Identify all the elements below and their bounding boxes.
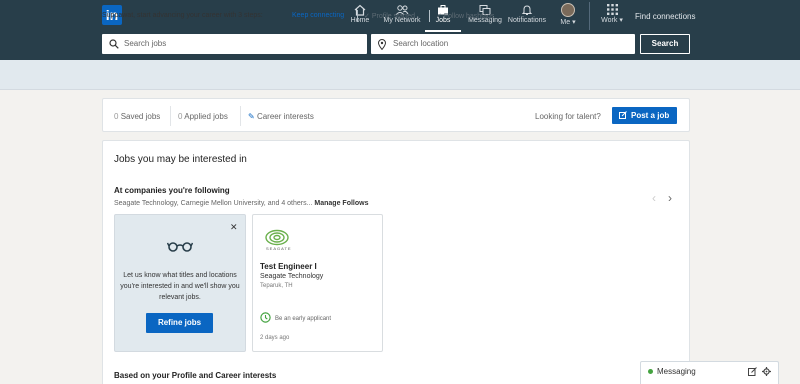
divider [240, 106, 241, 126]
pencil-icon: ✎ [248, 112, 255, 121]
search-location-input[interactable]: Search location [371, 34, 635, 54]
glasses-icon [167, 242, 193, 252]
compose-icon[interactable] [748, 367, 757, 376]
career-interests-link[interactable]: ✎ Career interests [248, 112, 314, 121]
chevron-down-icon[interactable]: ﹀ [680, 9, 688, 20]
followed-companies: Seagate Technology, Carnegie Mellon Univ… [114, 200, 369, 207]
check-icon: ✓ [436, 13, 444, 20]
job-posted-time: 2 days ago [260, 335, 290, 341]
search-jobs-placeholder: Search jobs [124, 39, 167, 48]
post-job-button[interactable]: Post a job [612, 107, 677, 124]
gear-icon[interactable] [762, 367, 771, 376]
search-jobs-input[interactable]: Search jobs [102, 34, 367, 54]
applied-jobs-link[interactable]: 0 Applied jobs [178, 112, 228, 121]
banner-divider [429, 10, 430, 22]
post-job-label: Post a job [631, 111, 670, 120]
manage-follows-link[interactable]: Manage Follows [314, 200, 368, 207]
career-steps-text: Suppawat, start advancing your career wi… [102, 12, 263, 19]
search-location-placeholder: Search location [393, 39, 449, 48]
location-pin-icon [378, 39, 386, 50]
divider [170, 106, 171, 126]
search-button[interactable]: Search [640, 34, 690, 54]
online-status-dot [648, 369, 653, 374]
search-icon [109, 39, 119, 49]
close-icon[interactable]: ✕ [230, 222, 238, 233]
refine-jobs-button[interactable]: Refine jobs [146, 313, 213, 333]
nav-notifications-label: Notifications [507, 17, 547, 24]
chevron-down-icon: ▾ [570, 19, 576, 26]
saved-jobs-link[interactable]: 0 Saved jobs [114, 112, 160, 121]
nav-me-label: Me [560, 19, 571, 26]
clock-icon [260, 312, 271, 323]
bell-icon [521, 5, 533, 15]
check-icon: ✓ [364, 13, 372, 20]
jobs-section-title: Jobs you may be interested in [114, 154, 247, 165]
nav-me[interactable]: Me ▾ [555, 0, 581, 32]
nav-notifications[interactable]: Notifications [506, 0, 548, 32]
job-location: Teparuk, TH [260, 283, 293, 289]
banner-divider [357, 10, 358, 22]
carousel-prev-icon[interactable]: ‹ [652, 191, 656, 205]
messaging-dock-label: Messaging [657, 367, 696, 376]
seagate-logo-text: SEAGATE [266, 246, 292, 251]
job-title[interactable]: Test Engineer I [260, 262, 317, 271]
career-steps-banner [0, 60, 800, 90]
nav-divider [589, 2, 590, 30]
nav-work-label: Work [601, 17, 618, 24]
carousel-next-icon[interactable]: › [668, 191, 672, 205]
following-title: At companies you're following [114, 186, 230, 195]
keep-connecting-link[interactable]: Keep connecting [292, 12, 344, 19]
grid-icon [606, 4, 618, 15]
chevron-down-icon: ▾ [617, 17, 623, 24]
avatar [561, 3, 575, 17]
seagate-logo [265, 229, 289, 246]
refine-jobs-text: Let us know what titles and locations yo… [120, 272, 240, 301]
compose-icon [619, 111, 627, 119]
looking-for-talent-text: Looking for talent? [535, 112, 601, 121]
step-profile-started: ✓ Profile started [364, 13, 415, 20]
based-on-profile-title: Based on your Profile and Career interes… [114, 371, 277, 380]
early-applicant-text: Be an early applicant [275, 316, 332, 322]
job-company: Seagate Technology [260, 273, 324, 280]
nav-work[interactable]: Work ▾ [598, 0, 626, 32]
step-follow-hashtags: ✓ Follow hashtags [436, 13, 495, 20]
